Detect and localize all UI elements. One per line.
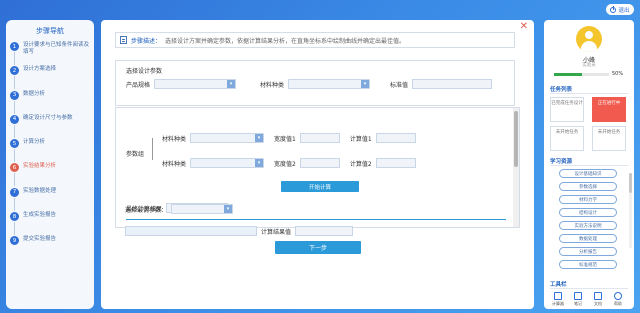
row2-material-select[interactable]: ▾ — [190, 158, 265, 168]
chevron-down-icon: ▾ — [255, 134, 264, 142]
row2-calc-input[interactable] — [375, 158, 416, 168]
chevron-down-icon: ▾ — [227, 80, 236, 88]
chevron-down-icon: ▾ — [224, 205, 233, 213]
result2-label: 选择最优参数： — [125, 206, 168, 214]
standard-input[interactable] — [412, 79, 493, 89]
divider — [126, 219, 506, 220]
material-select[interactable]: ▾ — [288, 79, 371, 89]
calculator-tool[interactable]: 计算器 — [550, 292, 566, 307]
help-tool[interactable]: 帮助 — [610, 292, 626, 307]
row1-c-label: 计算值1 — [349, 135, 372, 143]
optimal-select[interactable]: ▾ — [171, 204, 234, 214]
task-card-active[interactable]: 正在进行中 — [592, 97, 626, 122]
close-icon[interactable]: ✕ — [520, 22, 528, 32]
field1-label: 产品规格 — [126, 81, 151, 89]
chevron-down-icon: ▾ — [255, 159, 264, 167]
resource-link[interactable]: 材料力学 — [559, 195, 617, 204]
row1-material-select[interactable]: ▾ — [190, 133, 265, 143]
tasks-section-title: 任务列表 — [550, 87, 573, 93]
row1-width-input[interactable] — [299, 133, 340, 143]
step-item[interactable]: 8 生成实验报告 — [10, 212, 90, 236]
spec-select[interactable]: ▾ — [154, 79, 237, 89]
row1-a-label: 材料种类 — [162, 135, 187, 143]
step-item[interactable]: 4 确定设计尺寸与参数 — [10, 114, 90, 139]
resource-link[interactable]: 数据处理 — [559, 234, 617, 243]
help-icon — [614, 292, 622, 300]
task-card[interactable]: 未开始任务 — [592, 126, 626, 151]
desc-label: 步骤描述： — [131, 37, 162, 45]
scrollbar[interactable] — [513, 108, 519, 227]
step-navigation: 步骤导航 1 设计要求与已知条件阅读及填写 2 设计方案选择 3 数据分析 4 确定设计… — [6, 20, 94, 309]
step-item[interactable]: 3 数据分析 — [10, 90, 90, 115]
user-role: 实验员 — [582, 63, 596, 68]
steps-title: 步骤导航 — [36, 27, 64, 35]
step-item[interactable]: 2 设计方案选择 — [10, 66, 90, 90]
document-tool[interactable]: 文档 — [590, 292, 606, 307]
resource-link[interactable]: 实验方法说明 — [559, 221, 617, 230]
chevron-down-icon: ▾ — [361, 80, 370, 88]
document-icon — [120, 36, 127, 44]
logout-button[interactable]: 退出 — [606, 4, 634, 15]
logout-label: 退出 — [618, 7, 630, 14]
step-item[interactable]: 9 提交实验报告 — [10, 236, 90, 260]
main-panel: ✕ 步骤描述： 选择设计方案并确定参数，依据计算结果分析，在直角坐标系中绘制曲线… — [101, 20, 534, 309]
power-icon — [610, 5, 617, 13]
step-item[interactable]: 7 实验数据处理 — [10, 187, 90, 212]
field2-label: 材料种类 — [260, 81, 285, 89]
user-panel: 小峰 实验员 50% 任务列表 已完成任务设计 正在进行中 未开始任务 未开始任… — [544, 20, 634, 309]
step-item[interactable]: 1 设计要求与已知条件阅读及填写 — [10, 42, 90, 66]
resource-link[interactable]: 分析报告 — [559, 247, 617, 256]
calculator-icon — [554, 292, 562, 300]
field3-label: 标准值 — [390, 81, 409, 89]
param-section: 选择设计参数 产品规格 ▾ 材料种类 ▾ 标准值 — [115, 60, 515, 106]
notes-tool[interactable]: 笔记 — [570, 292, 586, 307]
resource-link[interactable]: 结构设计 — [559, 208, 617, 217]
tools-section-title: 工具栏 — [550, 282, 567, 288]
row1-calc-input[interactable] — [375, 133, 416, 143]
progress-bar — [554, 73, 609, 76]
row2-c-label: 计算值2 — [349, 160, 372, 168]
task-card[interactable]: 已完成任务设计 — [550, 97, 584, 122]
scrollbar[interactable] — [629, 173, 632, 248]
step-description: 步骤描述： 选择设计方案并确定参数，依据计算结果分析，在直角坐标系中绘制曲线并确… — [115, 32, 515, 48]
step-item-active[interactable]: 6 实验结果分析 — [10, 163, 90, 187]
row1-b-label: 宽度值1 — [274, 135, 296, 143]
next-button[interactable]: 下一步 — [275, 241, 361, 254]
result-bar — [125, 226, 257, 236]
progress-label: 50% — [612, 71, 624, 77]
links-section-title: 学习资源 — [550, 159, 573, 165]
desc-text: 选择设计方案并确定参数，依据计算结果分析，在直角坐标系中绘制曲线并确定出最佳值。 — [165, 37, 406, 45]
step-item[interactable]: 5 计算分析 — [10, 139, 90, 163]
param-section-title: 选择设计参数 — [126, 68, 163, 75]
group-label: 参数组 — [126, 151, 145, 158]
resource-link[interactable]: 标准规范 — [559, 260, 617, 269]
avatar[interactable] — [576, 26, 602, 52]
notes-icon — [574, 292, 582, 300]
task-card[interactable]: 未开始任务 — [550, 126, 584, 151]
calculate-button[interactable]: 开始计算 — [281, 181, 359, 192]
row2-b-label: 宽度值2 — [274, 160, 296, 168]
row2-width-input[interactable] — [299, 158, 340, 168]
resource-link[interactable]: 参数选择 — [559, 182, 617, 191]
result3-label: 计算结果值 — [261, 228, 292, 236]
document-icon — [594, 292, 602, 300]
result3-input[interactable] — [295, 226, 354, 236]
resource-link[interactable]: 设计基础知识 — [559, 169, 617, 178]
row2-a-label: 材料种类 — [162, 160, 187, 168]
